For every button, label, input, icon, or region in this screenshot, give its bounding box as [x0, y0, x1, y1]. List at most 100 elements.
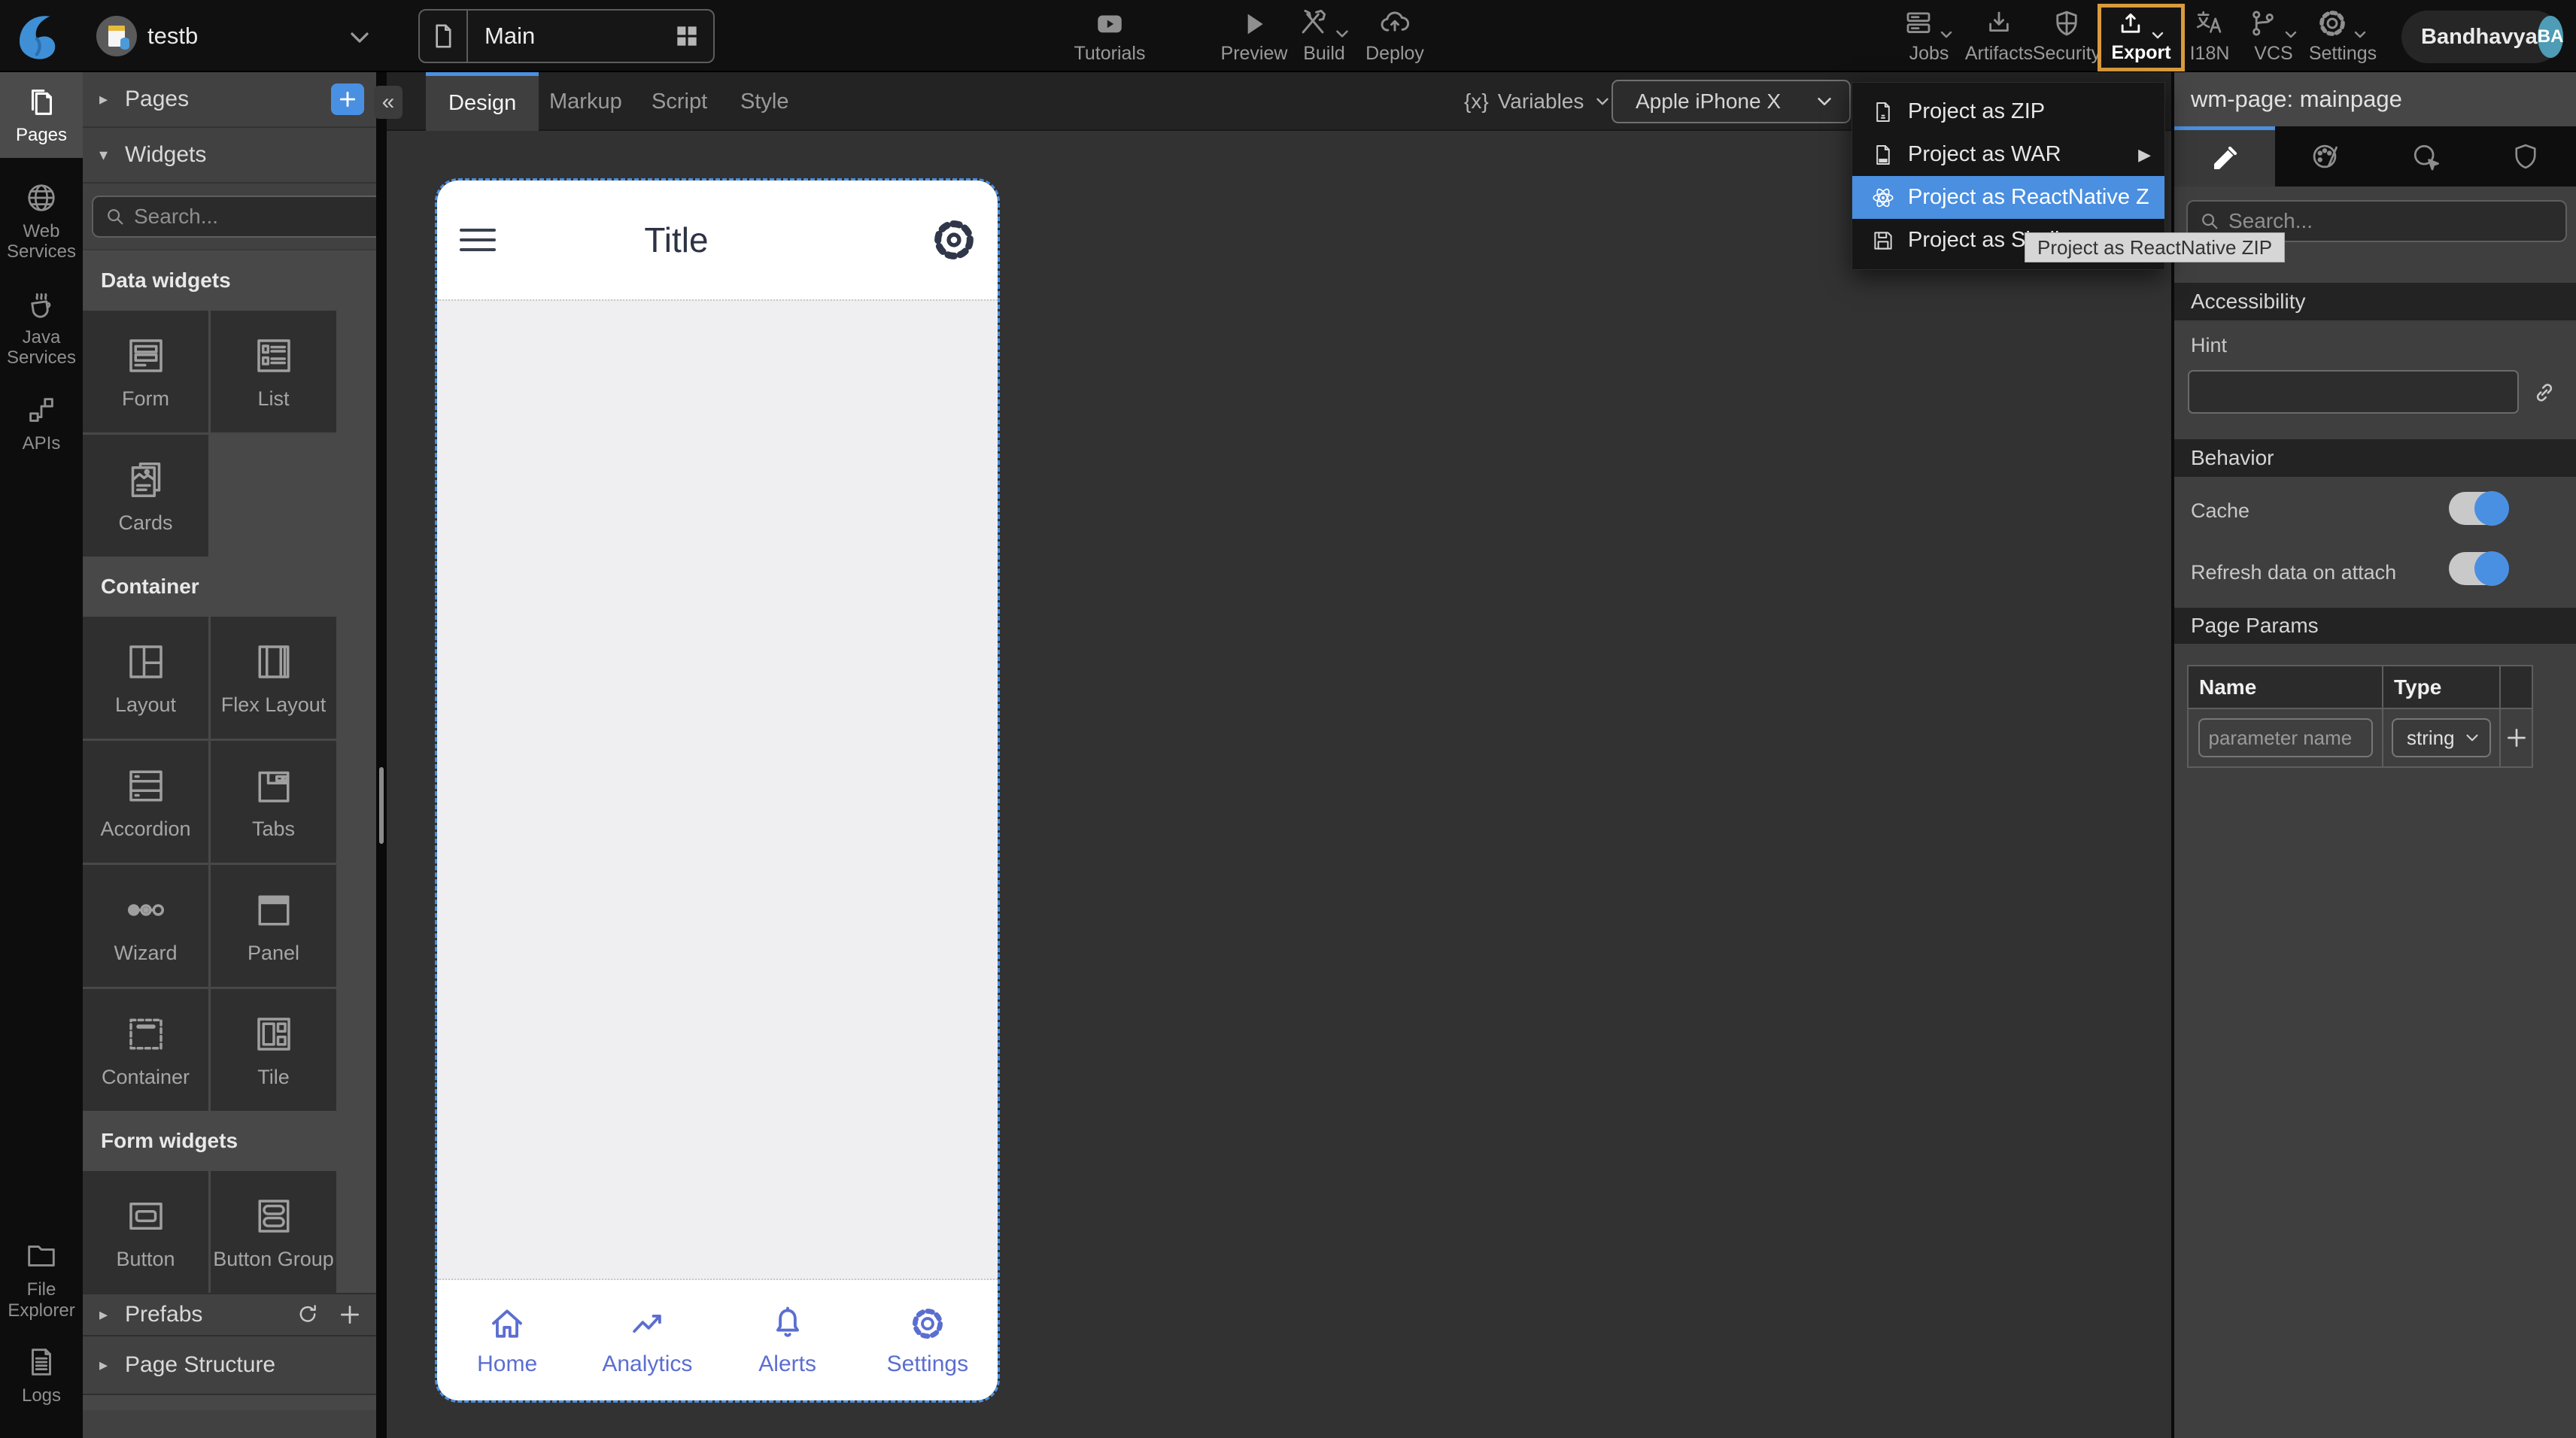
panel-scrollbar[interactable] [379, 767, 384, 844]
grid-view-icon[interactable] [673, 22, 713, 50]
widget-tile-accordion[interactable]: Accordion [83, 741, 208, 863]
param-name-input[interactable] [2198, 718, 2373, 757]
sidebar-item-java-services[interactable]: Java Services [0, 275, 83, 381]
tab-markup[interactable]: Markup [527, 72, 645, 131]
bind-link-icon[interactable] [2531, 379, 2558, 406]
add-param-icon[interactable] [2504, 725, 2529, 751]
add-prefab-icon[interactable] [337, 1302, 363, 1327]
hint-input[interactable] [2188, 370, 2519, 414]
i18n-icon [2194, 8, 2225, 39]
tutorials-button[interactable]: Tutorials [1068, 0, 1151, 72]
nav-item-alerts[interactable]: Alerts [718, 1280, 858, 1400]
i18n-button[interactable]: I18N [2180, 0, 2239, 72]
user-menu[interactable]: Bandhavya BA [2401, 11, 2561, 63]
section-container: Container [83, 557, 376, 617]
tab-security[interactable] [2476, 126, 2576, 187]
jobs-button[interactable]: Jobs [1899, 0, 1959, 72]
jobs-icon [1903, 8, 1955, 39]
widget-tile-flex-layout[interactable]: Flex Layout [211, 617, 336, 739]
menu-item-project-as-reactnative-zip[interactable]: Project as ReactNative ZIP [1852, 176, 2164, 219]
settings-button[interactable]: Settings [2305, 0, 2380, 72]
vcs-button[interactable]: VCS [2242, 0, 2305, 72]
widget-tile-panel[interactable]: Panel [211, 865, 336, 987]
widget-tile-container[interactable]: Container [83, 989, 208, 1111]
preview-button[interactable]: Preview [1220, 0, 1288, 72]
project-chevron-down-icon[interactable] [345, 23, 375, 53]
refresh-prefabs-icon[interactable] [295, 1302, 320, 1327]
collapse-panel-button[interactable]: « [374, 86, 402, 119]
pages-icon [24, 84, 59, 119]
tab-styles[interactable] [2275, 126, 2376, 187]
widget-tile-list[interactable]: List [211, 311, 336, 432]
nav-item-home[interactable]: Home [437, 1280, 577, 1400]
wizard-widget-icon [123, 887, 169, 933]
widgets-search-input[interactable] [134, 205, 376, 229]
widget-tile-cards[interactable]: Cards [83, 435, 208, 557]
add-page-button[interactable] [331, 83, 364, 115]
phone-page-title[interactable]: Title [644, 220, 708, 260]
widget-tile-button[interactable]: Button [83, 1171, 208, 1293]
tab-style[interactable]: Style [718, 72, 811, 131]
deploy-icon [1378, 8, 1411, 39]
export-button[interactable]: Export [2098, 4, 2185, 71]
pages-section-header[interactable]: ▸ Pages [83, 72, 376, 128]
search-icon [2198, 210, 2221, 232]
build-button[interactable]: Build [1288, 0, 1360, 72]
tab-events[interactable] [2375, 126, 2476, 187]
security-button[interactable]: Security [2033, 0, 2101, 72]
cache-label: Cache [2191, 499, 2249, 523]
sidebar-item-web-services[interactable]: Web Services [0, 168, 83, 275]
project-avatar[interactable] [96, 16, 137, 56]
cache-toggle[interactable] [2449, 492, 2508, 525]
form-widgets-grid: Button Button Group [83, 1171, 376, 1293]
file-explorer-icon [24, 1239, 59, 1273]
bell-icon [767, 1303, 808, 1344]
chevron-right-icon: ▸ [99, 1305, 125, 1324]
layout-widget-icon [123, 639, 169, 684]
web-services-icon [24, 181, 59, 215]
widget-tile-tabs[interactable]: Tabs [211, 741, 336, 863]
security-icon [2051, 8, 2082, 39]
properties-search-input[interactable] [2228, 209, 2555, 233]
widget-tile-tile[interactable]: Tile [211, 989, 336, 1111]
home-icon [487, 1303, 527, 1344]
nav-item-analytics[interactable]: Analytics [577, 1280, 717, 1400]
page-icon [420, 11, 468, 62]
variables-button[interactable]: {x} Variables [1464, 72, 1612, 131]
nav-item-settings[interactable]: Settings [858, 1280, 998, 1400]
prefabs-section-header[interactable]: ▸ Prefabs [83, 1293, 376, 1336]
sidebar-item-file-explorer[interactable]: File Explorer [0, 1227, 83, 1333]
phone-settings-gear-icon[interactable] [930, 216, 978, 264]
name-column-header: Name [2189, 666, 2383, 708]
widget-tile-button-group[interactable]: Button Group [211, 1171, 336, 1293]
sidebar-item-pages[interactable]: Pages [0, 72, 83, 158]
app-logo-icon [9, 5, 72, 68]
java-services-icon [24, 287, 59, 321]
menu-item-project-as-zip[interactable]: Project as ZIP [1852, 90, 2164, 133]
widget-tile-form[interactable]: Form [83, 311, 208, 432]
page-params-table: Name Type string [2187, 665, 2533, 768]
selected-widget-title: wm-page: mainpage [2174, 72, 2576, 126]
page-structure-section-header[interactable]: ▸ Page Structure [83, 1336, 376, 1395]
hamburger-menu-icon[interactable] [460, 229, 496, 251]
tab-properties[interactable] [2174, 126, 2275, 187]
deploy-button[interactable]: Deploy [1359, 0, 1431, 72]
widget-tile-layout[interactable]: Layout [83, 617, 208, 739]
tab-design[interactable]: Design [426, 72, 539, 131]
refresh-on-attach-toggle[interactable] [2449, 552, 2508, 585]
widgets-section-header[interactable]: ▾ Widgets [83, 128, 376, 184]
page-tab-main[interactable]: Main [418, 9, 715, 63]
user-name: Bandhavya [2421, 25, 2538, 50]
phone-preview[interactable]: Title Home Analytics Alerts [437, 181, 998, 1400]
phone-content-area[interactable] [437, 299, 998, 1280]
sidebar-item-apis[interactable]: APIs [0, 381, 83, 466]
widget-tile-wizard[interactable]: Wizard [83, 865, 208, 987]
sidebar-item-logs[interactable]: Logs [0, 1333, 83, 1418]
param-type-select[interactable]: string [2392, 718, 2491, 757]
artifacts-button[interactable]: Artifacts [1962, 0, 2036, 72]
section-form-widgets: Form widgets [83, 1111, 376, 1171]
device-selector[interactable]: Apple iPhone X [1612, 80, 1851, 123]
menu-item-project-as-war[interactable]: Project as WAR ▶ [1852, 133, 2164, 176]
tab-script[interactable]: Script [629, 72, 730, 131]
chevron-down-icon: ▾ [99, 145, 125, 165]
